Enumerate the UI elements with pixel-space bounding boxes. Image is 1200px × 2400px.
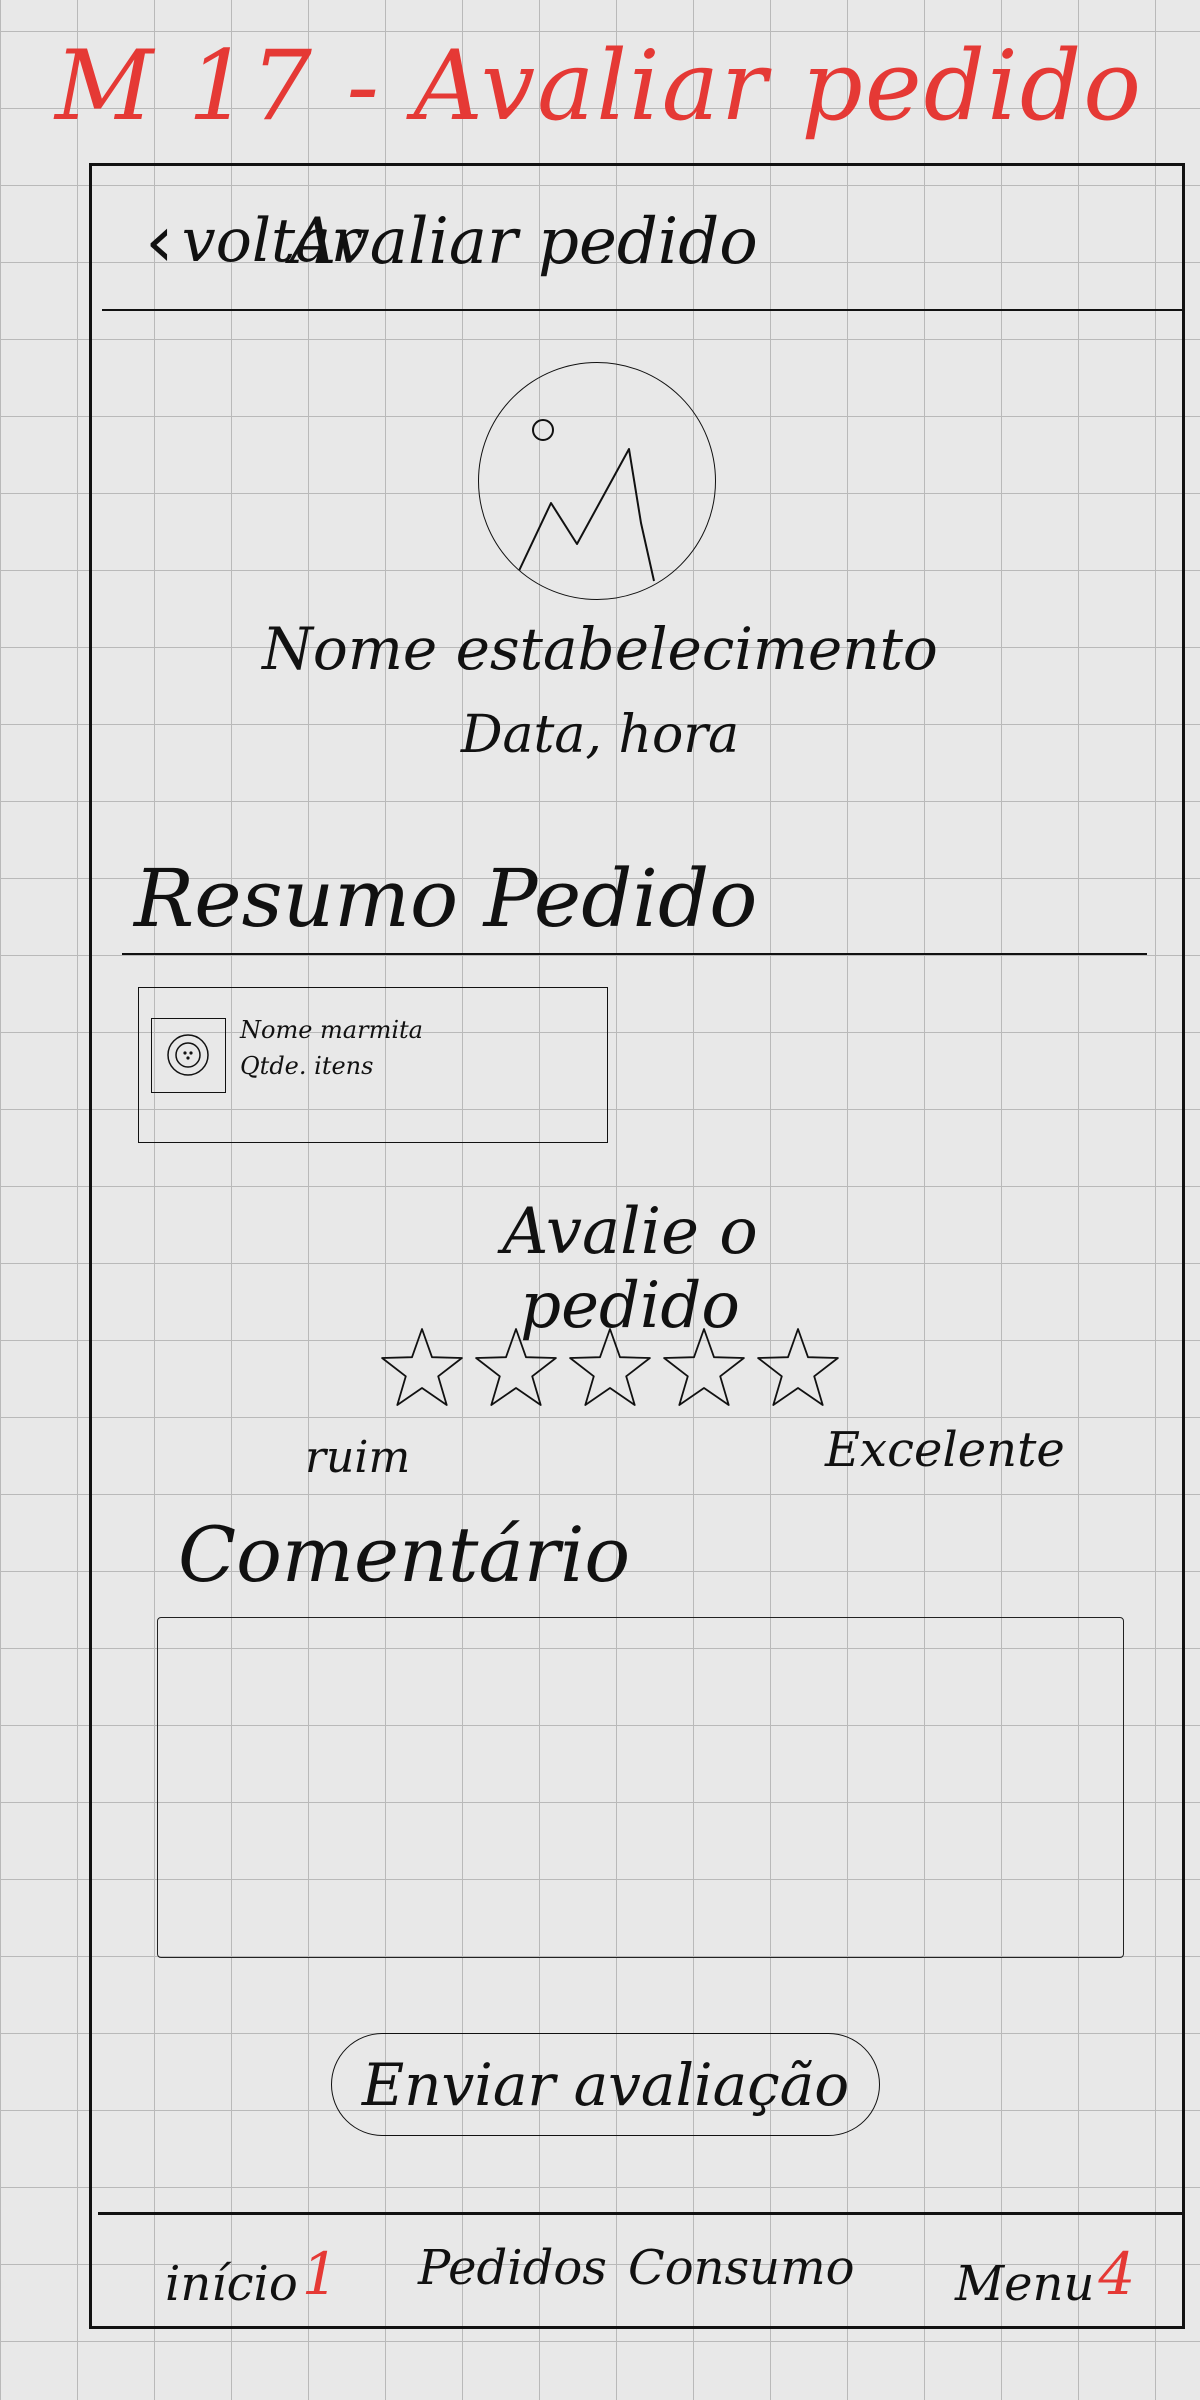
nav-label-inicio: início — [165, 2256, 298, 2312]
summary-title: Resumo Pedido — [134, 852, 758, 945]
sheet-title: M 17 - Avaliar pedido — [55, 30, 1144, 142]
nav-number-inicio: 1 — [301, 2240, 339, 2308]
nav-item-consumo[interactable]: Consumo — [628, 2240, 855, 2296]
star-icon[interactable] — [663, 1328, 745, 1406]
nav-label-consumo: Consumo — [628, 2240, 855, 2296]
comment-input[interactable] — [157, 1617, 1124, 1958]
dish-icon — [167, 1034, 209, 1076]
submit-rating-button[interactable]: Enviar avaliação — [331, 2033, 880, 2136]
comment-title: Comentário — [178, 1510, 631, 1599]
nav-label-menu: Menu — [955, 2256, 1095, 2312]
chevron-left-icon: ‹ — [145, 199, 174, 283]
submit-rating-label: Enviar avaliação — [361, 2050, 850, 2119]
order-date-time: Data, hora — [460, 705, 740, 765]
summary-divider — [122, 953, 1147, 955]
product-name: Nome marmita — [240, 1016, 423, 1044]
nav-item-inicio[interactable]: início1 — [165, 2240, 339, 2312]
star-icon[interactable] — [475, 1328, 557, 1406]
store-image-placeholder-icon — [478, 362, 716, 600]
product-quantity: Qtde. itens — [240, 1052, 374, 1080]
rating-title: Avalie o pedido — [502, 1195, 758, 1343]
rating-max-label: Excelente — [825, 1422, 1065, 1478]
star-icon[interactable] — [757, 1328, 839, 1406]
bottom-nav-divider — [98, 2212, 1185, 2215]
star-rating — [381, 1328, 839, 1406]
header-divider — [102, 309, 1185, 311]
star-icon[interactable] — [569, 1328, 651, 1406]
page-title: Avaliar pedido — [290, 205, 758, 279]
store-name: Nome estabelecimento — [262, 615, 938, 683]
nav-label-pedidos: Pedidos — [418, 2240, 607, 2296]
star-icon[interactable] — [381, 1328, 463, 1406]
rating-min-label: ruim — [305, 1432, 411, 1483]
nav-number-menu: 4 — [1098, 2240, 1136, 2308]
nav-item-pedidos[interactable]: Pedidos — [418, 2240, 607, 2296]
nav-item-menu[interactable]: Menu4 — [955, 2240, 1135, 2312]
product-thumbnail — [151, 1018, 226, 1093]
